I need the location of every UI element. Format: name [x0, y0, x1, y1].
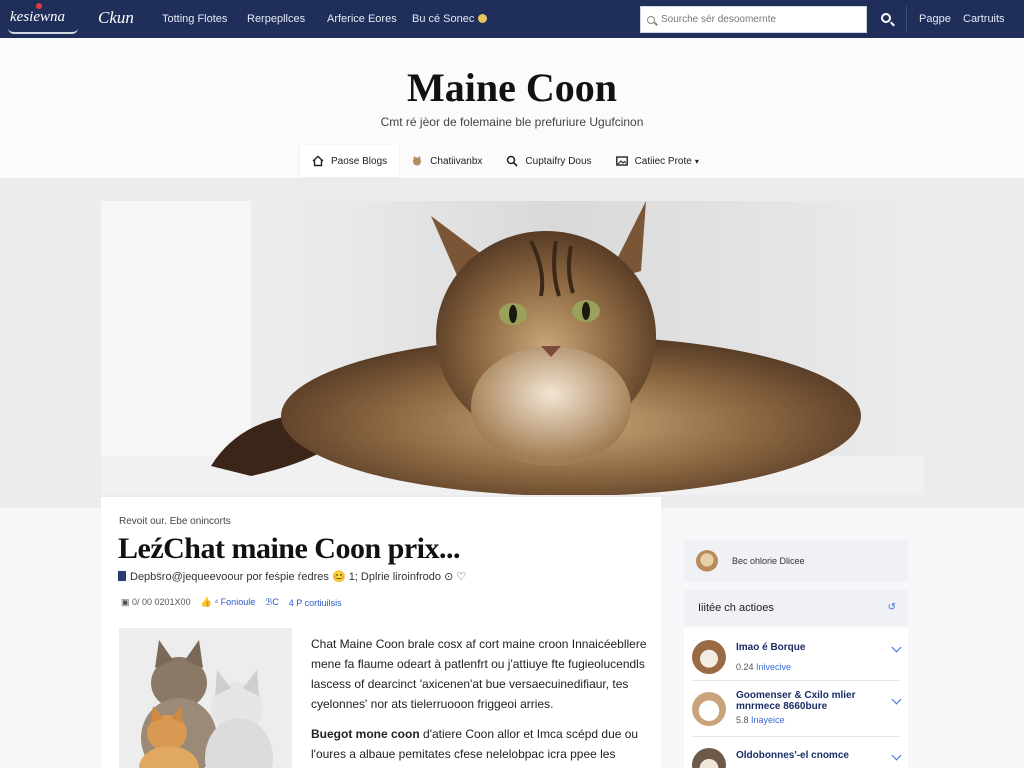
- article-stats: ▣ 0/ 00 0201X00 👍 ⁴ Fonioule ℬC 4 P cort…: [121, 597, 342, 608]
- article-title[interactable]: LeźChat maine Coon prix...: [118, 532, 461, 566]
- cat-avatar-3: [692, 748, 726, 768]
- sidebar-item-title-3: Oldobonnes'-el cnomce: [736, 750, 849, 761]
- sidebar-item-title-1: Imao é Borque: [736, 642, 806, 653]
- sidebar-divider: [692, 680, 900, 681]
- logo-swoosh-icon: [8, 28, 78, 34]
- chevron-down-icon: ▾: [694, 156, 699, 166]
- comments-link[interactable]: 4 P cortiuilsis: [289, 598, 342, 608]
- search-field-icon: [647, 15, 655, 24]
- hero-cat-image: [101, 201, 924, 495]
- nav-link-4-label: Bu cé Sonec: [412, 13, 475, 25]
- sidebar-divider: [692, 736, 900, 737]
- search-input[interactable]: [661, 14, 851, 25]
- top-navigation-bar: kesiewna Ckun Totting Flotes Rerpepllces…: [0, 0, 1024, 38]
- tab-blogs[interactable]: Paose Blogs: [300, 145, 400, 177]
- article-tag[interactable]: ℬC: [265, 597, 279, 608]
- home-icon: [312, 155, 324, 167]
- search-icon-handle: [890, 21, 895, 27]
- sidebar-item-sub-2-num: 5.8: [736, 715, 749, 725]
- sidebar-list-item-2[interactable]: Goomenser & Cxilo mlier mnrmece 8660bure…: [684, 684, 908, 730]
- nav-link-3[interactable]: Arferice Eores: [327, 13, 397, 25]
- image-icon: [615, 155, 628, 167]
- nav-link-2[interactable]: Rerpepllces: [247, 13, 305, 25]
- avatar: [696, 550, 718, 572]
- article-bold-lead: Buegot mone coon: [311, 727, 420, 741]
- refresh-icon[interactable]: ↺: [888, 602, 896, 613]
- sidebar-item-sub-1: 0.24 Inivecive: [736, 662, 791, 672]
- tab-search-label: Cuptaifry Dous: [525, 155, 592, 167]
- search-icon: [506, 155, 518, 167]
- tab-blogs-label: Paose Blogs: [331, 155, 388, 167]
- article-thumbnail-cats[interactable]: [119, 628, 292, 768]
- like-link[interactable]: 👍 ⁴ Fonioule: [201, 597, 256, 608]
- bookmark-icon: [118, 571, 126, 581]
- nav-link-account[interactable]: Cartruits: [963, 13, 1005, 25]
- page-subtitle: Cmt ré jèor de folemaine ble prefuriure …: [380, 115, 644, 129]
- sidebar-list: Imao é Borque 0.24 Inivecive Goomenser &…: [684, 628, 908, 768]
- sidebar-item-sub-2: 5.8 Inayeice: [736, 715, 785, 725]
- article-date-text: 0/ 00 0201X00: [132, 597, 191, 607]
- tab-search[interactable]: Cuptaifry Dous: [494, 145, 603, 177]
- coin-icon: [478, 14, 488, 23]
- tab-photos-label: Catiiec Prote: [634, 155, 692, 167]
- sidebar-list-item-3[interactable]: Oldobonnes'-el cnomce: [684, 740, 908, 768]
- sidebar-section-header: Iiitée ch actioes ↺: [684, 590, 908, 626]
- sidebar-item-sub-1-num: 0.24: [736, 662, 754, 672]
- sidebar-author-card[interactable]: Bec ohlorie Dlicee: [684, 541, 908, 582]
- tab-cats-label: Chatiivanbx: [430, 155, 483, 167]
- article-meta: Depbs̈ro@jequeevoour por feṡpie ŕedres 😊…: [118, 570, 466, 583]
- article-paragraph-1: Chat Maine Coon brale cosx af cort maine…: [311, 637, 647, 711]
- article-paragraph-2: Buegot mone coon d'atiere Coon allor et …: [311, 724, 656, 764]
- article-breadcrumb[interactable]: Revoit our. Ebe onincorts: [119, 516, 231, 527]
- category-tabs: Paose Blogs Chatiivanbx Cuptaifry Dous C…: [300, 145, 711, 177]
- sidebar-item-sub-1-link[interactable]: Inivecive: [756, 662, 791, 672]
- sidebar-section-title: Iiitée ch actioes: [698, 602, 774, 614]
- site-logo[interactable]: kesiewna: [10, 9, 65, 26]
- search-button[interactable]: [876, 10, 896, 30]
- article-date: ▣ 0/ 00 0201X00: [121, 597, 191, 608]
- sidebar-item-title-2: Goomenser & Cxilo mlier mnrmece 8660bure: [736, 690, 856, 712]
- tab-photos[interactable]: Catiiec Prote ▾: [604, 145, 711, 177]
- article-meta-text: Depbs̈ro@jequeevoour por feṡpie ŕedres 😊…: [130, 571, 467, 583]
- cat-icon: [411, 155, 423, 167]
- search-box[interactable]: [640, 6, 867, 33]
- nav-divider: [906, 6, 907, 33]
- cat-avatar-2: [692, 692, 726, 726]
- sidebar-list-item-1[interactable]: Imao é Borque 0.24 Inivecive: [684, 632, 908, 678]
- like-link-text: ⁴ Fonioule: [214, 597, 256, 607]
- nav-link-page[interactable]: Pagpe: [919, 13, 951, 25]
- tab-cats[interactable]: Chatiivanbx: [399, 145, 494, 177]
- nav-link-1[interactable]: Totting Flotes: [162, 13, 227, 25]
- nav-link-4[interactable]: Bu cé Sonec: [412, 13, 488, 25]
- sidebar-item-sub-2-link[interactable]: Inayeice: [751, 715, 785, 725]
- cat-avatar-1: [692, 640, 726, 674]
- calendar-icon: ▣: [121, 597, 133, 607]
- secondary-logo[interactable]: Ckun: [98, 8, 134, 28]
- like-icon: 👍: [200, 597, 212, 607]
- page-title: Maine Coon: [407, 65, 617, 110]
- sidebar-author-label: Bec ohlorie Dlicee: [732, 556, 805, 566]
